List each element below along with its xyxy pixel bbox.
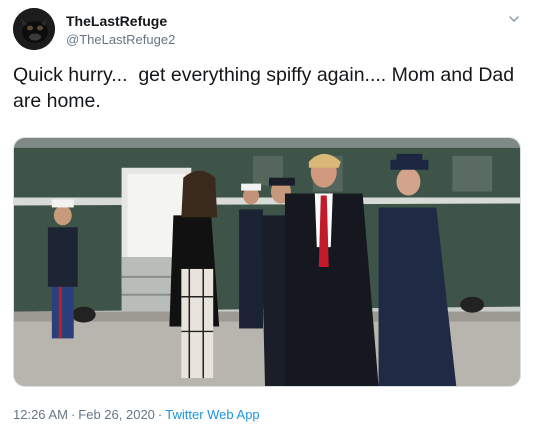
tweet-text: Quick hurry... get everything spiffy aga…: [13, 64, 520, 112]
tweet-source-link[interactable]: Twitter Web App: [165, 407, 259, 422]
author-avatar[interactable]: [13, 8, 55, 50]
author-info[interactable]: TheLastRefuge @TheLastRefuge2: [66, 12, 175, 49]
meta-separator: ·: [70, 407, 76, 422]
tweet-photo[interactable]: [13, 137, 521, 387]
author-display-name[interactable]: TheLastRefuge: [66, 12, 175, 30]
avatar-image: [13, 8, 55, 50]
tweet-card: TheLastRefuge @TheLastRefuge2 Quick hurr…: [0, 0, 537, 437]
meta-separator-2: ·: [157, 407, 163, 422]
author-handle[interactable]: @TheLastRefuge2: [66, 31, 175, 49]
tweet-date[interactable]: Feb 26, 2020: [78, 407, 155, 422]
tweet-time[interactable]: 12:26 AM: [13, 407, 68, 422]
photo-image: [14, 138, 520, 386]
chevron-down-icon[interactable]: [507, 12, 521, 26]
tweet-meta: 12:26 AM · Feb 26, 2020 · Twitter Web App: [13, 406, 260, 424]
